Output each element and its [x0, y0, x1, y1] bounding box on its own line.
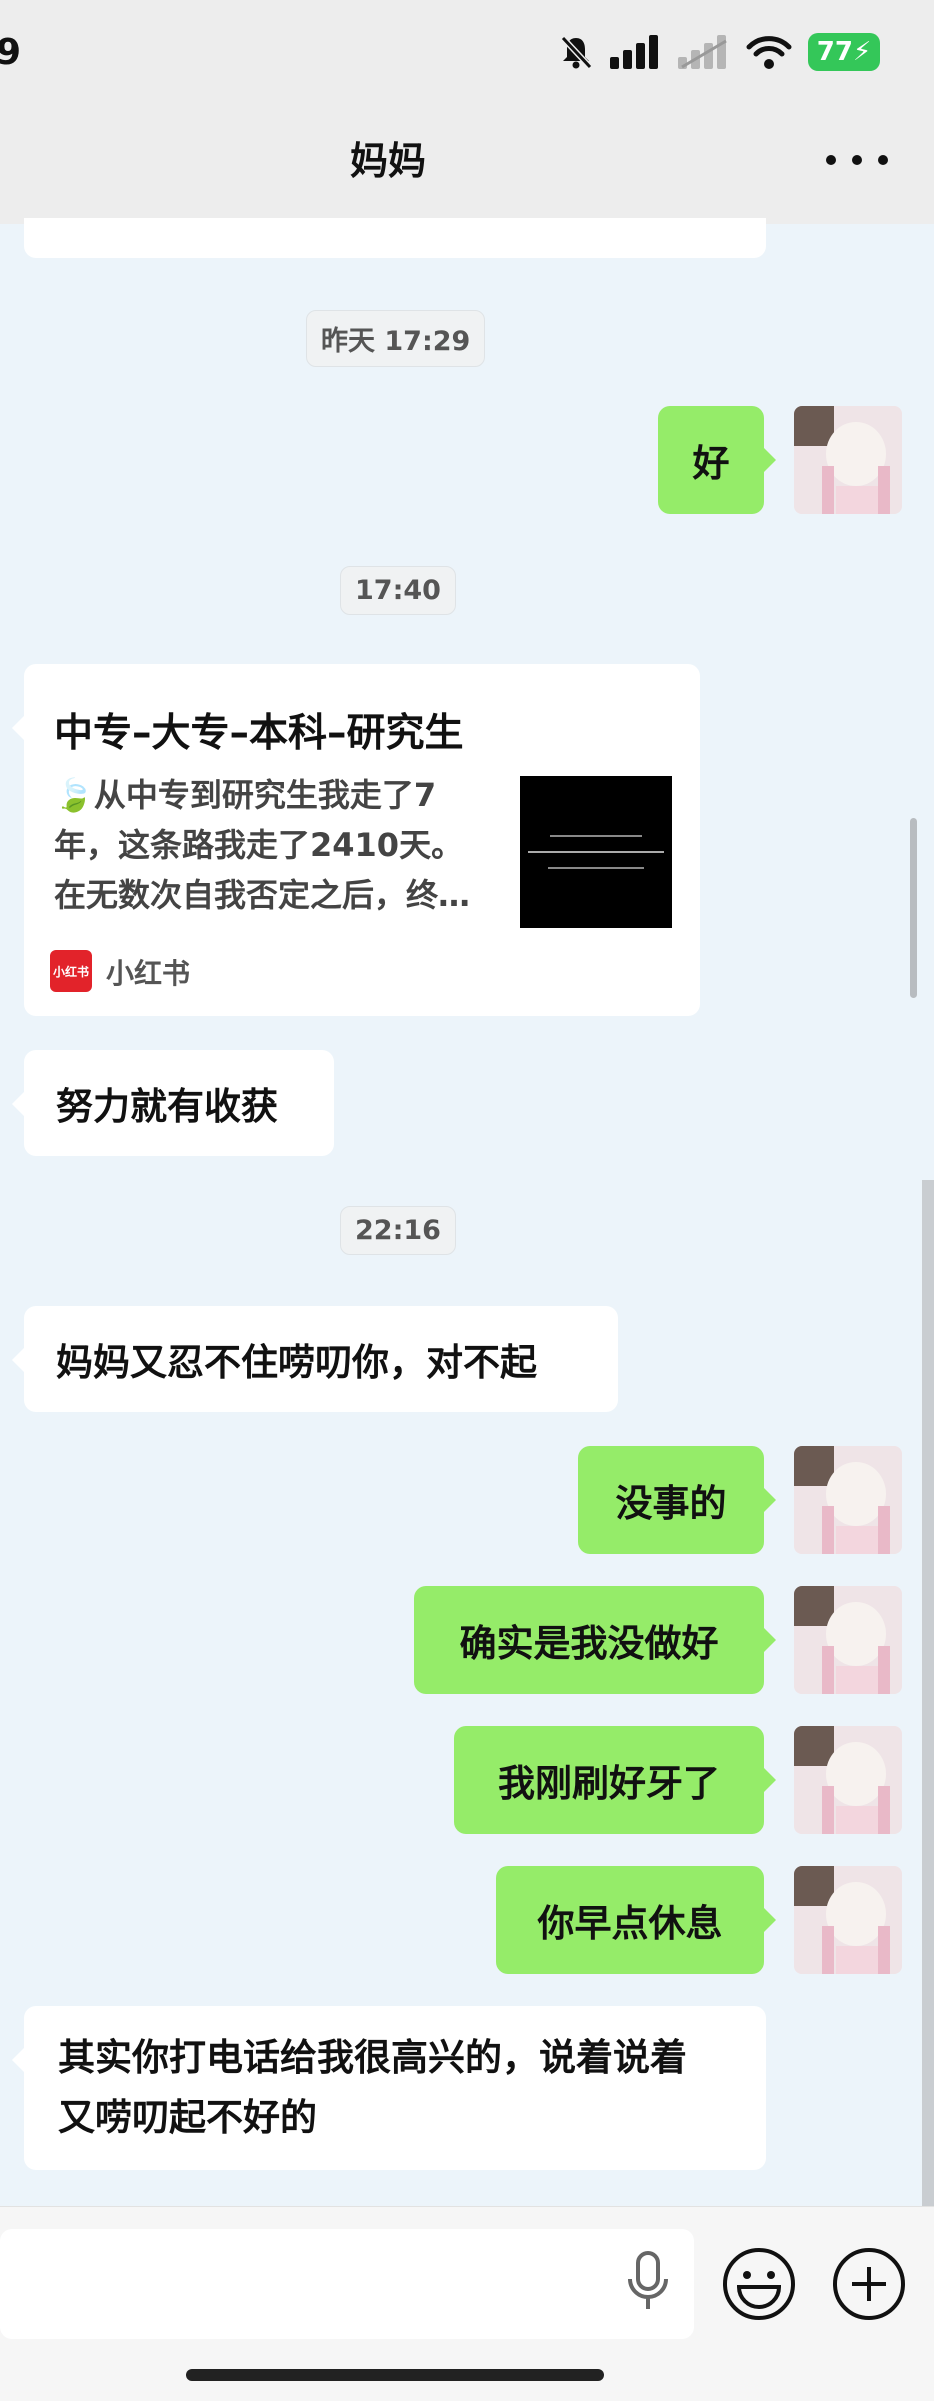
message-line: 其实你打电话给我很高兴的，说着说着 — [58, 2036, 687, 2079]
signal-weak-icon — [678, 35, 727, 69]
emoji-icon[interactable] — [722, 2247, 796, 2321]
silent-bell-icon — [560, 35, 593, 70]
plus-icon[interactable] — [832, 2247, 906, 2321]
bubble-tail — [764, 1488, 776, 1512]
link-card-thumbnail — [520, 776, 672, 928]
avatar[interactable] — [794, 1726, 902, 1834]
outgoing-message[interactable]: 确实是我没做好 — [414, 1586, 764, 1694]
incoming-message[interactable]: 其实你打电话给我很高兴的，说着说着 又唠叨起不好的 — [24, 2006, 766, 2170]
incoming-message[interactable]: 妈妈又忍不住唠叨你，对不起 — [24, 1306, 618, 1412]
bubble-tail — [764, 1908, 776, 1932]
scrollbar[interactable] — [910, 818, 917, 998]
avatar-image — [794, 1866, 902, 1974]
link-card-title: 中专–大专–本科–研究生 — [54, 711, 464, 756]
link-card-description: 🍃从中专到研究生我走了7 年，这条路我走了2410天。 在无数次自我否定之后，终… — [54, 770, 514, 920]
outgoing-message[interactable]: 我刚刷好牙了 — [454, 1726, 764, 1834]
desc-line: 年，这条路我走了2410天。 — [54, 826, 464, 864]
bubble-tail — [12, 2048, 24, 2072]
charging-icon: ⚡ — [852, 37, 872, 67]
avatar[interactable] — [794, 1586, 902, 1694]
wifi-icon — [746, 36, 792, 69]
desc-line: 在无数次自我否定之后，终… — [54, 876, 471, 914]
link-card-source: 小红书 — [106, 957, 191, 990]
home-indicator — [186, 2369, 604, 2381]
avatar-image — [794, 1586, 902, 1694]
bubble-tail — [12, 1092, 24, 1116]
status-time: 9 — [0, 32, 22, 73]
timestamp: 17:40 — [340, 566, 456, 615]
outgoing-message[interactable]: 没事的 — [578, 1446, 764, 1554]
message-line: 又唠叨起不好的 — [58, 2096, 317, 2139]
timestamp: 昨天 17:29 — [306, 310, 486, 367]
scrollbar-track[interactable] — [922, 1180, 934, 2206]
more-dots-icon — [878, 155, 888, 165]
desc-line: 🍃从中专到研究生我走了7 — [54, 776, 437, 814]
avatar-image — [794, 406, 902, 514]
avatar-image — [794, 1726, 902, 1834]
message-input[interactable] — [0, 2229, 694, 2339]
bubble-tail — [12, 1348, 24, 1372]
link-card[interactable]: 中专–大专–本科–研究生 🍃从中专到研究生我走了7 年，这条路我走了2410天。… — [24, 664, 700, 1016]
input-bar — [0, 2206, 934, 2401]
more-dots-icon — [852, 155, 862, 165]
timestamp: 22:16 — [340, 1206, 456, 1255]
avatar[interactable] — [794, 1866, 902, 1974]
avatar[interactable] — [794, 1446, 902, 1554]
outgoing-message[interactable]: 你早点休息 — [496, 1866, 764, 1974]
avatar-image — [794, 1446, 902, 1554]
bubble-tail — [764, 1628, 776, 1652]
chat-title: 妈妈 — [349, 139, 426, 183]
previous-message-bubble[interactable] — [24, 218, 766, 258]
microphone-icon[interactable] — [622, 2249, 674, 2319]
xiaohongshu-logo-icon: 小红书 — [50, 950, 92, 992]
avatar[interactable] — [794, 406, 902, 514]
incoming-message[interactable]: 努力就有收获 — [24, 1050, 334, 1156]
signal-icon — [610, 35, 658, 69]
top-bar: 9 77 ⚡ 妈妈 — [0, 0, 934, 224]
status-icons: 77 ⚡ — [558, 30, 880, 74]
bubble-tail — [764, 1768, 776, 1792]
more-button[interactable] — [826, 138, 888, 182]
more-dots-icon — [826, 155, 836, 165]
battery-level: 77 — [816, 37, 853, 67]
bubble-tail — [764, 448, 776, 472]
battery-indicator: 77 ⚡ — [808, 33, 880, 71]
bubble-tail — [12, 716, 24, 740]
outgoing-message[interactable]: 好 — [658, 406, 764, 514]
